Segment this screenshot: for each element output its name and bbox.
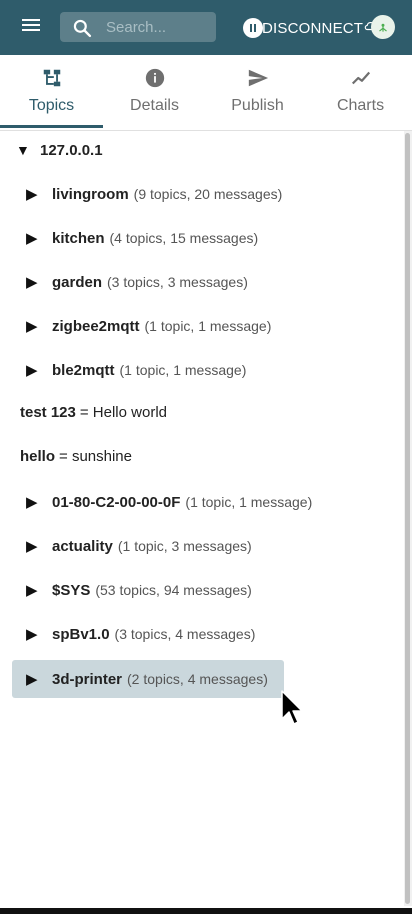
caret-right-icon[interactable]: ▶ — [26, 537, 46, 555]
topic-value-row[interactable]: test 123 = Hello world — [20, 397, 167, 427]
node-meta: (3 topics, 3 messages) — [107, 274, 248, 290]
node-name: $SYS — [52, 581, 91, 599]
avatar[interactable] — [371, 15, 395, 39]
topic-value-row[interactable]: hello = sunshine — [20, 441, 132, 471]
app-bar: DISCONNECT — [0, 0, 412, 55]
info-icon — [145, 68, 164, 88]
caret-right-icon[interactable]: ▶ — [26, 185, 46, 203]
tree-root-node[interactable]: ▼ 127.0.0.1 — [16, 131, 103, 169]
chart-line-icon — [351, 71, 370, 85]
pause-icon — [243, 18, 263, 38]
node-meta: (1 topic, 1 message) — [119, 362, 247, 378]
node-meta: (2 topics, 4 messages) — [127, 671, 268, 687]
tab-publish[interactable]: Publish — [206, 55, 309, 129]
search-input[interactable] — [106, 16, 211, 38]
tree-node[interactable]: ▶ spBv1.0 (3 topics, 4 messages) — [26, 615, 255, 653]
node-meta: (53 topics, 94 messages) — [95, 582, 252, 598]
node-name: livingroom — [52, 185, 129, 203]
node-meta: (4 topics, 15 messages) — [109, 230, 259, 246]
root-label: 127.0.0.1 — [40, 141, 103, 159]
node-name: 01-80-C2-00-00-0F — [52, 493, 181, 511]
tab-label: Publish — [231, 97, 284, 114]
bottom-edge — [0, 908, 412, 914]
tab-label: Charts — [336, 97, 385, 114]
node-meta: (1 topic, 3 messages) — [117, 538, 252, 554]
tab-topics[interactable]: Topics — [0, 55, 103, 129]
node-name: actuality — [52, 537, 113, 555]
caret-right-icon[interactable]: ▶ — [26, 625, 46, 643]
caret-right-icon[interactable]: ▶ — [26, 670, 46, 688]
caret-right-icon[interactable]: ▶ — [26, 317, 46, 335]
tree-node[interactable]: ▶ garden (3 topics, 3 messages) — [26, 263, 248, 301]
caret-right-icon[interactable]: ▶ — [26, 361, 46, 379]
tree-node[interactable]: ▶ zigbee2mqtt (1 topic, 1 message) — [26, 307, 271, 345]
node-meta: (9 topics, 20 messages) — [133, 186, 283, 202]
tree-node[interactable]: ▶ actuality (1 topic, 3 messages) — [26, 527, 252, 565]
node-name: 3d-printer — [52, 670, 123, 688]
topic-value: = Hello world — [79, 403, 167, 421]
tree-node-selected[interactable]: ▶ 3d-printer (2 topics, 4 messages) — [12, 660, 284, 698]
tab-label: Topics — [28, 97, 75, 114]
caret-right-icon[interactable]: ▶ — [26, 493, 46, 511]
active-tab-indicator — [0, 125, 103, 128]
hamburger-menu-icon[interactable] — [22, 17, 54, 39]
send-icon — [248, 69, 268, 87]
tree-node[interactable]: ▶ $SYS (53 topics, 94 messages) — [26, 571, 252, 609]
node-name: ble2mqtt — [52, 361, 115, 379]
node-name: garden — [52, 273, 103, 291]
connection-status-icon — [379, 23, 387, 32]
node-name: zigbee2mqtt — [52, 317, 140, 335]
scrollbar[interactable] — [404, 131, 412, 906]
tree-node[interactable]: ▶ ble2mqtt (1 topic, 1 message) — [26, 351, 246, 389]
topic-key: hello — [20, 447, 56, 465]
caret-right-icon[interactable]: ▶ — [26, 273, 46, 291]
topic-tree: ▼ 127.0.0.1 ▶ livingroom (9 topics, 20 m… — [0, 131, 404, 914]
disconnect-button[interactable]: DISCONNECT — [243, 16, 363, 40]
mouse-pointer-icon — [281, 690, 303, 725]
tab-bar: Topics Details Publish Charts — [0, 55, 412, 131]
disconnect-label: DISCONNECT — [262, 19, 364, 37]
search-icon — [73, 19, 92, 38]
search-box[interactable] — [60, 12, 216, 42]
tab-details[interactable]: Details — [103, 55, 206, 129]
tree-node[interactable]: ▶ kitchen (4 topics, 15 messages) — [26, 219, 258, 257]
topic-value: = sunshine — [59, 447, 132, 465]
node-name: kitchen — [52, 229, 105, 247]
topics-icon — [43, 69, 60, 87]
scrollbar-thumb[interactable] — [405, 133, 410, 904]
node-meta: (3 topics, 4 messages) — [114, 626, 256, 642]
tab-label: Details — [130, 97, 179, 114]
tree-node[interactable]: ▶ livingroom (9 topics, 20 messages) — [26, 175, 282, 213]
caret-down-icon[interactable]: ▼ — [16, 142, 36, 158]
caret-right-icon[interactable]: ▶ — [26, 581, 46, 599]
tree-node[interactable]: ▶ 01-80-C2-00-00-0F (1 topic, 1 message) — [26, 483, 312, 521]
tab-charts[interactable]: Charts — [309, 55, 412, 129]
topic-key: test 123 — [20, 403, 76, 421]
node-name: spBv1.0 — [52, 625, 110, 643]
node-meta: (1 topic, 1 message) — [144, 318, 272, 334]
node-meta: (1 topic, 1 message) — [185, 494, 313, 510]
caret-right-icon[interactable]: ▶ — [26, 229, 46, 247]
